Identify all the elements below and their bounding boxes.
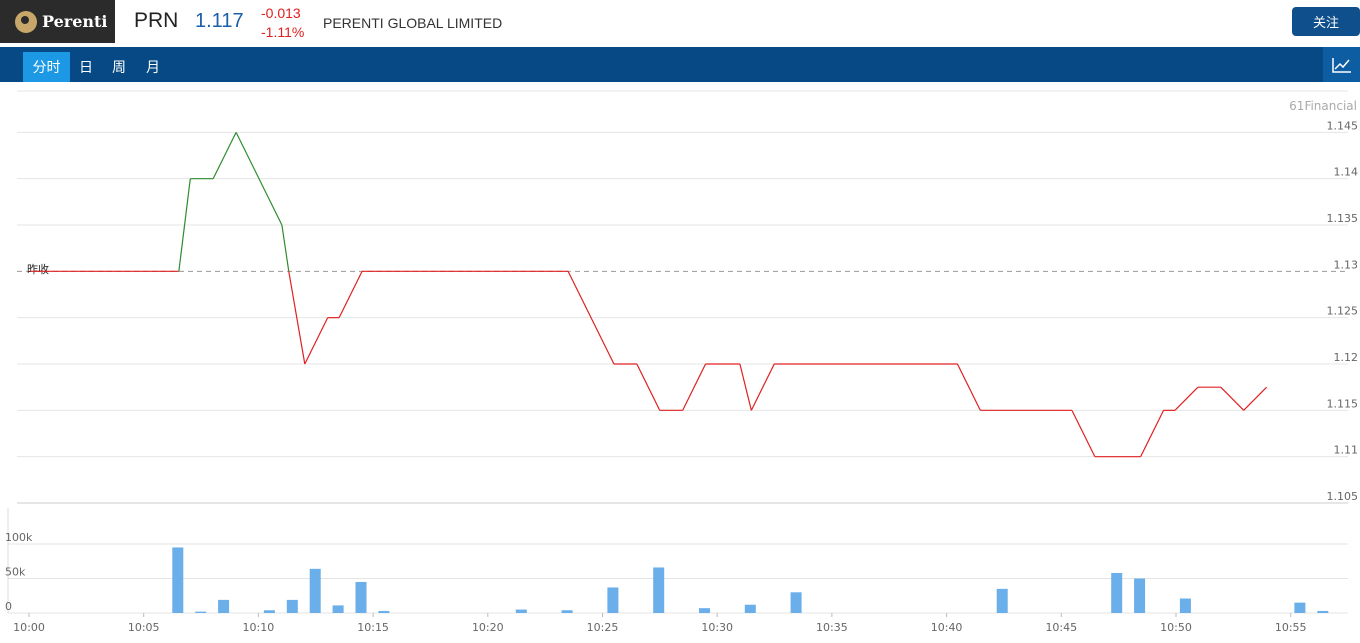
price-segment bbox=[750, 363, 775, 411]
volume-bar bbox=[561, 610, 573, 613]
volume-bar bbox=[607, 587, 619, 613]
tab-month[interactable]: 月 bbox=[139, 52, 167, 82]
ticker-symbol: PRN bbox=[134, 9, 179, 32]
price-segment bbox=[281, 224, 290, 272]
prev-close-label: 昨收 bbox=[27, 262, 49, 276]
price-segment bbox=[304, 317, 329, 365]
volume-bar bbox=[195, 611, 207, 613]
volume-tick-label: 100k bbox=[5, 531, 33, 544]
volume-bar bbox=[744, 604, 756, 613]
header-bar: Perenti PRN 1.117 -0.013 -1.11% PERENTI … bbox=[0, 0, 1360, 44]
logo-mark-icon bbox=[15, 10, 37, 33]
chart-type-toggle-button[interactable] bbox=[1323, 47, 1360, 82]
volume-bar bbox=[653, 567, 665, 613]
volume-bar bbox=[332, 605, 344, 613]
time-tick-label: 10:05 bbox=[128, 621, 160, 634]
time-tick-label: 10:10 bbox=[243, 621, 275, 634]
time-tick-label: 10:40 bbox=[931, 621, 963, 634]
volume-bar bbox=[378, 610, 390, 613]
volume-bar bbox=[699, 608, 710, 613]
last-price: 1.117 bbox=[195, 10, 244, 32]
price-change: -0.013 -1.11% bbox=[261, 4, 304, 42]
period-tab-bar: 分时 日 周 月 bbox=[0, 47, 1360, 82]
volume-bar bbox=[1317, 610, 1329, 613]
price-tick-label: 1.115 bbox=[1327, 397, 1359, 410]
change-percent: -1.11% bbox=[261, 24, 305, 40]
volume-bar bbox=[515, 609, 527, 613]
line-chart-icon bbox=[1331, 57, 1351, 73]
volume-bar bbox=[1179, 598, 1191, 613]
volume-bar bbox=[1294, 602, 1306, 613]
volume-bar bbox=[309, 568, 321, 613]
time-tick-label: 10:20 bbox=[472, 621, 504, 634]
volume-bar bbox=[790, 592, 802, 613]
price-tick-label: 1.13 bbox=[1334, 258, 1359, 271]
price-tick-label: 1.11 bbox=[1334, 444, 1359, 457]
volume-bar bbox=[1111, 572, 1123, 613]
time-tick-label: 10:50 bbox=[1160, 621, 1192, 634]
price-segment bbox=[1243, 386, 1268, 411]
volume-tick-label: 0 bbox=[5, 600, 12, 613]
price-tick-label: 1.12 bbox=[1334, 351, 1359, 364]
price-segment bbox=[1071, 410, 1096, 457]
volume-bar bbox=[286, 599, 298, 613]
intraday-chart[interactable]: 61Financial 昨收 1.1451.141.1351.131.1251.… bbox=[0, 82, 1360, 643]
price-segment bbox=[636, 363, 661, 411]
volume-tick-label: 50k bbox=[5, 566, 26, 579]
price-segment bbox=[1140, 410, 1165, 457]
brand-logo[interactable]: Perenti bbox=[0, 0, 115, 43]
price-segment bbox=[739, 363, 752, 411]
change-value: -0.013 bbox=[261, 5, 301, 21]
tab-week[interactable]: 周 bbox=[105, 52, 133, 82]
volume-bar bbox=[263, 610, 275, 613]
time-tick-label: 10:30 bbox=[701, 621, 733, 634]
price-segment bbox=[1220, 386, 1245, 411]
tab-day[interactable]: 日 bbox=[72, 52, 100, 82]
volume-bars bbox=[172, 547, 1329, 613]
time-tick-label: 10:15 bbox=[357, 621, 389, 634]
price-segment bbox=[956, 363, 981, 411]
price-tick-label: 1.14 bbox=[1334, 166, 1359, 179]
time-axis: 10:00 10:05 10:10 10:15 10:20 10:25 10:30 10:35… bbox=[13, 613, 1307, 634]
time-tick-label: 10:55 bbox=[1275, 621, 1307, 634]
time-tick-label: 10:35 bbox=[816, 621, 848, 634]
watermark: 61Financial bbox=[1289, 99, 1357, 113]
volume-bar bbox=[218, 599, 230, 613]
company-name: PERENTI GLOBAL LIMITED bbox=[323, 15, 503, 31]
time-tick-label: 10:00 bbox=[13, 621, 45, 634]
price-segment bbox=[682, 363, 707, 411]
time-tick-label: 10:25 bbox=[587, 621, 619, 634]
price-axis: 1.145 1.14 1.135 1.13 1.125 1.12 1.115 1.11 1.10… bbox=[1327, 119, 1359, 503]
price-segment bbox=[338, 271, 363, 318]
price-line bbox=[30, 132, 1268, 458]
volume-bar bbox=[996, 588, 1008, 613]
volume-bar bbox=[172, 547, 184, 613]
volume-bar bbox=[355, 581, 367, 613]
price-segment bbox=[212, 132, 237, 179]
price-tick-label: 1.125 bbox=[1327, 305, 1359, 318]
chart-grid bbox=[7, 90, 1348, 614]
price-tick-label: 1.105 bbox=[1327, 490, 1359, 503]
volume-bar bbox=[1134, 578, 1146, 613]
logo-text: Perenti bbox=[42, 12, 108, 31]
time-tick-label: 10:45 bbox=[1045, 621, 1077, 634]
follow-button[interactable]: 关注 bbox=[1292, 7, 1360, 36]
price-tick-label: 1.135 bbox=[1327, 212, 1359, 225]
price-segment bbox=[1174, 386, 1199, 411]
volume-axis: 100k 50k 0 bbox=[5, 531, 33, 613]
price-tick-label: 1.145 bbox=[1327, 119, 1359, 132]
tab-intraday[interactable]: 分时 bbox=[23, 52, 70, 82]
